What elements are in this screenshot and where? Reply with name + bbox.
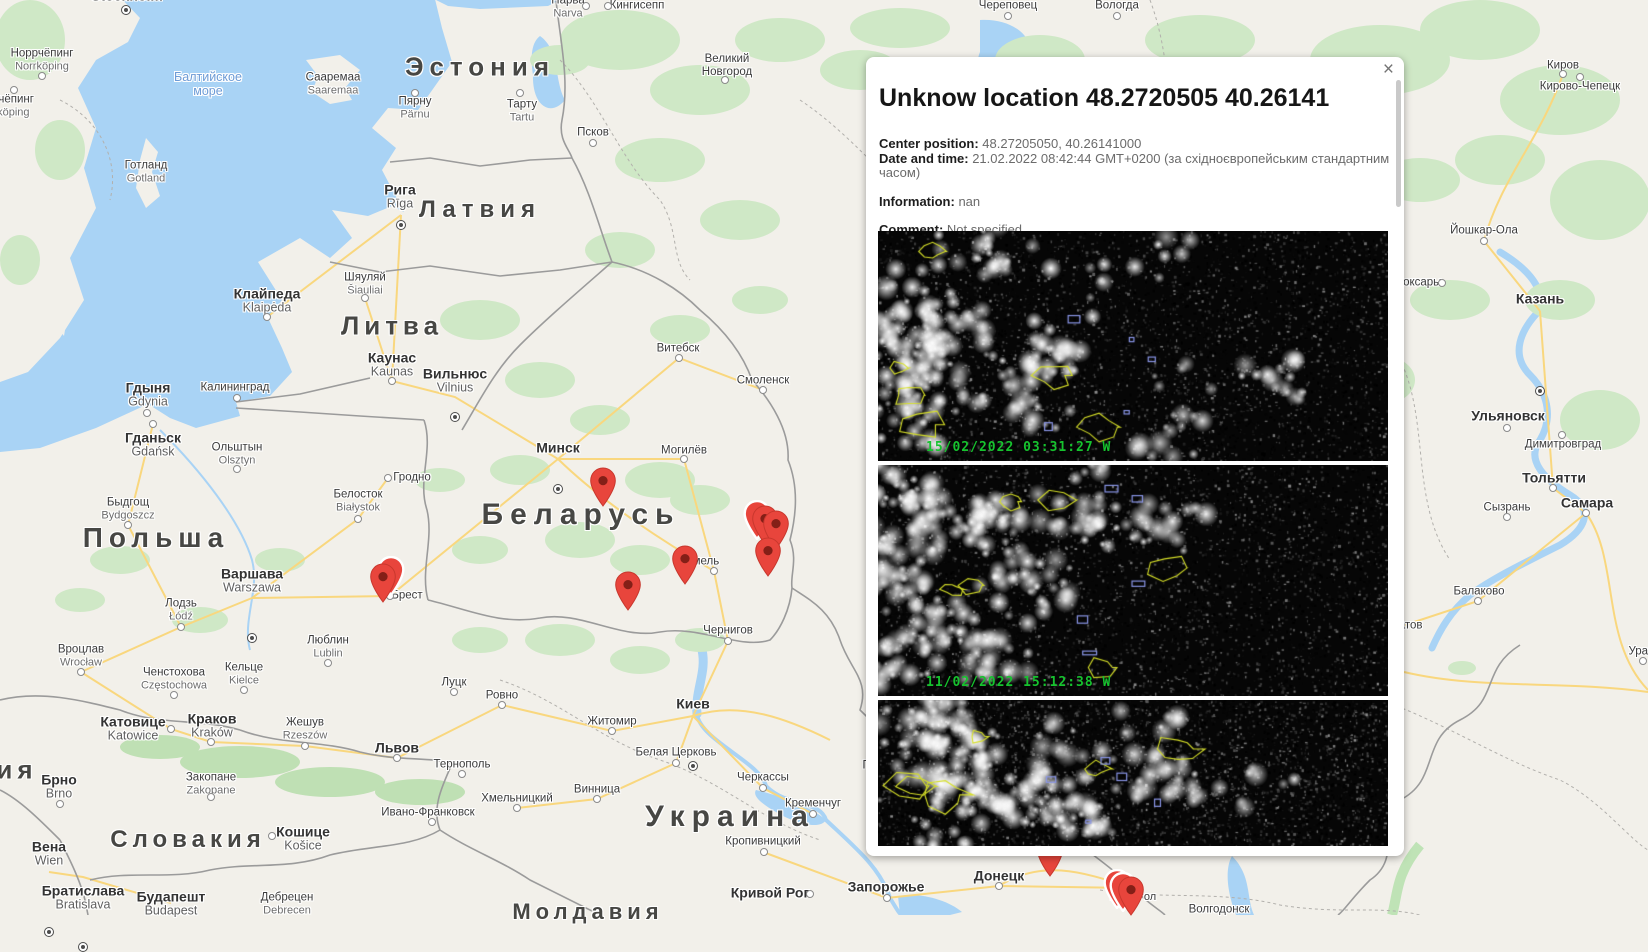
city-marker-icon xyxy=(759,784,767,792)
location-detail-popup: × Unknow location 48.2720505 40.26141 Ce… xyxy=(866,57,1404,856)
sar-image-canvas xyxy=(878,700,1388,846)
sar-image[interactable] xyxy=(878,700,1388,846)
partial-city-label: ол xyxy=(1144,891,1156,903)
capital-marker-icon xyxy=(44,927,54,937)
popup-field: Date and time: 21.02.2022 08:42:44 GMT+0… xyxy=(879,152,1391,181)
city-marker-icon xyxy=(1004,12,1012,20)
city-marker-icon xyxy=(721,76,729,84)
city-marker-icon xyxy=(672,759,680,767)
city-marker-icon xyxy=(1474,597,1482,605)
city-marker-icon xyxy=(124,521,132,529)
sar-image-canvas xyxy=(878,231,1388,461)
city-marker-icon xyxy=(450,688,458,696)
city-marker-icon xyxy=(38,72,46,80)
screenshot-root: { "popup": { "title": "Unknow location 4… xyxy=(0,0,1648,915)
city-marker-icon xyxy=(1480,237,1488,245)
popup-body: Unknow location 48.2720505 40.26141 Cent… xyxy=(879,57,1391,856)
city-marker-icon xyxy=(177,623,185,631)
sar-image-canvas xyxy=(878,465,1388,696)
city-marker-icon xyxy=(1559,70,1567,78)
city-marker-icon xyxy=(411,89,419,97)
city-marker-icon xyxy=(167,725,175,733)
city-marker-icon xyxy=(995,882,1003,890)
city-marker-icon xyxy=(1549,484,1557,492)
city-marker-icon xyxy=(760,848,768,856)
map-pin[interactable] xyxy=(1118,876,1145,916)
capital-marker-icon xyxy=(450,412,460,422)
city-marker-icon xyxy=(458,770,466,778)
city-marker-icon xyxy=(1582,509,1590,517)
capital-marker-icon xyxy=(247,633,257,643)
city-marker-icon xyxy=(149,420,157,428)
city-marker-icon xyxy=(388,377,396,385)
city-marker-icon xyxy=(710,567,718,575)
city-marker-icon xyxy=(680,455,688,463)
city-marker-icon xyxy=(1113,12,1121,20)
capital-marker-icon xyxy=(121,5,131,15)
city-marker-icon xyxy=(324,659,332,667)
capital-marker-icon xyxy=(553,484,563,494)
city-marker-icon xyxy=(1438,279,1446,287)
city-marker-icon xyxy=(1503,513,1511,521)
city-marker-icon xyxy=(263,313,271,321)
capital-marker-icon xyxy=(78,942,88,952)
city-marker-icon xyxy=(883,894,891,902)
sar-image[interactable]: 11/02/2022 15:12:38 W xyxy=(878,465,1388,696)
city-marker-icon xyxy=(608,727,616,735)
city-marker-icon xyxy=(301,742,309,750)
popup-field: Information: nan xyxy=(879,195,1391,210)
sar-timestamp: 11/02/2022 15:12:38 W xyxy=(926,675,1111,690)
city-marker-icon xyxy=(240,686,248,694)
city-marker-icon xyxy=(724,637,732,645)
city-marker-icon xyxy=(10,86,18,94)
sar-image-stack: 15/02/2022 03:31:27 W 11/02/2022 15:12:38… xyxy=(878,231,1388,848)
city-marker-icon xyxy=(759,386,767,394)
map-pin[interactable] xyxy=(590,467,617,507)
city-marker-icon xyxy=(233,394,241,402)
city-marker-icon xyxy=(675,354,683,362)
city-marker-icon xyxy=(354,515,362,523)
city-marker-icon xyxy=(207,793,215,801)
city-marker-icon xyxy=(582,2,590,10)
popup-title: Unknow location 48.2720505 40.26141 xyxy=(879,84,1391,113)
city-marker-icon xyxy=(1639,657,1647,665)
capital-marker-icon xyxy=(396,220,406,230)
city-marker-icon xyxy=(56,800,64,808)
capital-marker-icon xyxy=(688,761,698,771)
city-marker-icon xyxy=(604,2,612,10)
city-marker-icon xyxy=(513,804,521,812)
city-marker-icon xyxy=(384,474,392,482)
city-marker-icon xyxy=(516,89,524,97)
popup-scrollbar[interactable] xyxy=(1396,80,1401,207)
city-marker-icon xyxy=(170,691,178,699)
popup-fields: Center position: 48.27205050, 40.2614100… xyxy=(879,137,1391,238)
sar-timestamp: 15/02/2022 03:31:27 W xyxy=(926,440,1111,455)
city-marker-icon xyxy=(809,810,817,818)
city-marker-icon xyxy=(1503,424,1511,432)
city-marker-icon xyxy=(593,795,601,803)
city-marker-icon xyxy=(77,668,85,676)
map-pin[interactable] xyxy=(370,563,397,603)
capital-marker-icon xyxy=(1535,386,1545,396)
map-pin[interactable] xyxy=(755,537,782,577)
city-marker-icon xyxy=(143,409,151,417)
city-marker-icon xyxy=(589,139,597,147)
city-marker-icon xyxy=(806,890,814,898)
city-marker-icon xyxy=(393,754,401,762)
city-marker-icon xyxy=(428,818,436,826)
city-marker-icon xyxy=(361,294,369,302)
city-marker-icon xyxy=(1558,431,1566,439)
city-marker-icon xyxy=(498,701,506,709)
popup-field: Center position: 48.27205050, 40.2614100… xyxy=(879,137,1391,152)
map-pin[interactable] xyxy=(615,571,642,611)
city-marker-icon xyxy=(233,465,241,473)
sar-image[interactable]: 15/02/2022 03:31:27 W xyxy=(878,231,1388,461)
city-marker-icon xyxy=(268,832,276,840)
city-marker-icon xyxy=(1576,73,1584,81)
city-marker-icon xyxy=(207,738,215,746)
map-pin[interactable] xyxy=(672,545,699,585)
